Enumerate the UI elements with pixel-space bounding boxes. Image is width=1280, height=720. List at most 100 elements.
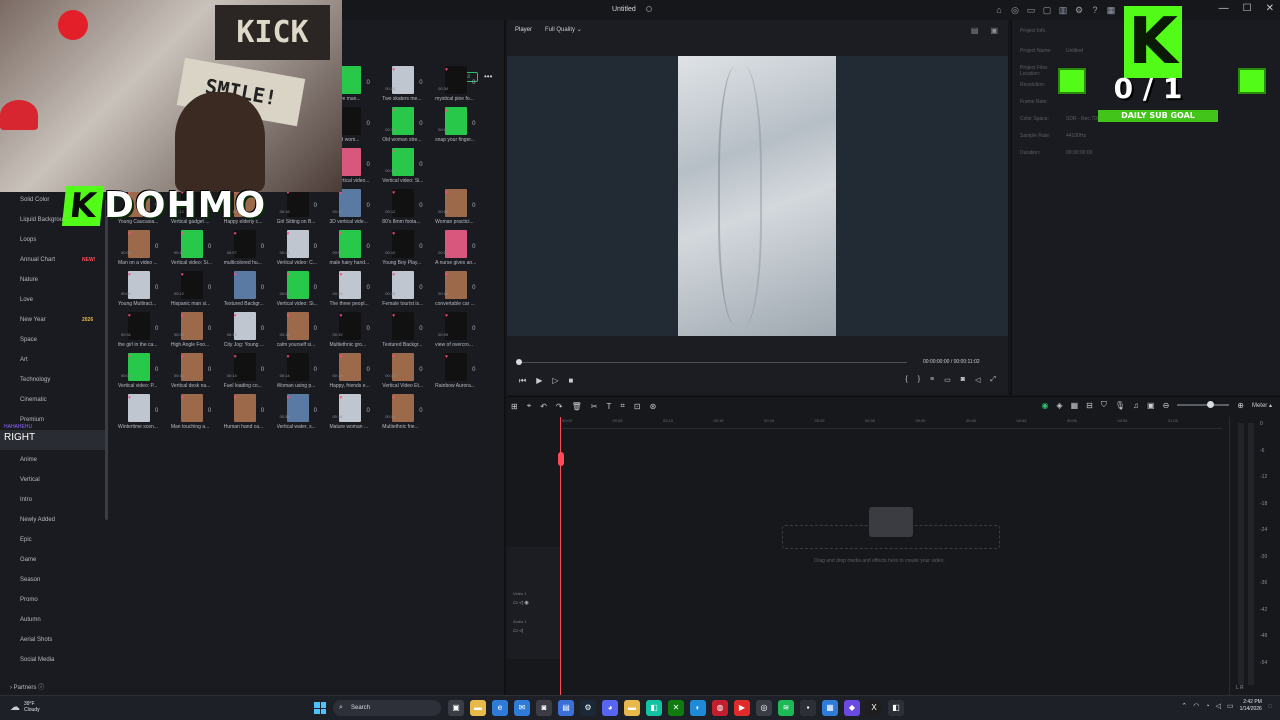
volume-icon[interactable]: ◁ bbox=[1216, 702, 1221, 710]
category-item[interactable]: Loops bbox=[0, 230, 108, 250]
media-tile[interactable]: ♥ 00:14 0 Fuel loading co... bbox=[222, 351, 275, 392]
download-icon[interactable]: 0 bbox=[419, 80, 422, 86]
download-icon[interactable]: 0 bbox=[472, 285, 475, 291]
lock-icon[interactable]: ⊡ bbox=[634, 402, 641, 411]
category-item[interactable]: Love bbox=[0, 290, 108, 310]
download-icon[interactable]: 0 bbox=[366, 80, 369, 86]
mosaic-icon[interactable]: ▦ bbox=[1071, 401, 1079, 410]
task-view-icon[interactable]: ▣ bbox=[448, 700, 464, 716]
volume-icon[interactable]: ◁ bbox=[975, 376, 980, 384]
download-icon[interactable]: 0 bbox=[419, 203, 422, 209]
download-icon[interactable]: 0 bbox=[366, 244, 369, 250]
media-tile[interactable]: ♥ 00:19 0 The three peopl... bbox=[327, 269, 380, 310]
media-tile[interactable]: ♥ 00:13 0 Vertical video: Si... bbox=[380, 146, 433, 187]
favorite-icon[interactable]: ♥ bbox=[392, 313, 395, 319]
drop-zone[interactable] bbox=[782, 525, 1000, 549]
favorite-icon[interactable]: ♥ bbox=[392, 149, 395, 155]
media-tile[interactable]: ♥ 0 Textured Backgr... bbox=[380, 310, 433, 351]
favorite-icon[interactable]: ♥ bbox=[445, 313, 448, 319]
folder-icon[interactable]: ▬ bbox=[624, 700, 640, 716]
media-tile[interactable]: ♥ 0 Man touching a... bbox=[169, 392, 222, 433]
favorite-icon[interactable]: ♥ bbox=[128, 272, 131, 278]
media-tile[interactable]: ♥ 0 Wintertime scen... bbox=[116, 392, 169, 433]
media-tile[interactable]: ♥ 00:30 0 mystical pine fo... bbox=[433, 64, 486, 105]
youtube-icon[interactable]: ▶ bbox=[734, 700, 750, 716]
media-tile[interactable]: ♥ 00:10 0 Young Boy Play... bbox=[380, 228, 433, 269]
media-tile[interactable]: ♥ 00:07 0 snap your finger... bbox=[433, 105, 486, 146]
media-tile[interactable]: ♥ 00:12 0 Multiethnic frie... bbox=[380, 392, 433, 433]
mark-in-icon[interactable]: { bbox=[905, 376, 907, 384]
download-icon[interactable]: 0 bbox=[208, 326, 211, 332]
category-item[interactable]: Season bbox=[0, 570, 108, 590]
battery-icon[interactable]: ▭ bbox=[1227, 702, 1234, 710]
download-icon[interactable]: 0 bbox=[208, 285, 211, 291]
media-tile[interactable]: ♥ 00:11 0 Vertical video: Si... bbox=[169, 228, 222, 269]
media-tile[interactable]: ♥ 00:12 0 Vertical desk na... bbox=[169, 351, 222, 392]
app-blue-icon[interactable]: ▦ bbox=[822, 700, 838, 716]
x-app-icon[interactable]: X bbox=[866, 700, 882, 716]
download-icon[interactable]: 0 bbox=[261, 326, 264, 332]
mail-icon[interactable]: ✉ bbox=[514, 700, 530, 716]
edge-alt-icon[interactable]: ◐ bbox=[690, 700, 706, 716]
weather-widget[interactable]: ☁ 39°F Cloudy bbox=[10, 701, 40, 713]
mic-icon[interactable]: 🎙 bbox=[1115, 401, 1125, 410]
download-icon[interactable]: 0 bbox=[419, 367, 422, 373]
download-icon[interactable]: 0 bbox=[366, 121, 369, 127]
discord-icon[interactable]: ◕ bbox=[602, 700, 618, 716]
favorite-icon[interactable]: ♥ bbox=[445, 190, 448, 196]
category-item[interactable]: Cinematic bbox=[0, 390, 108, 410]
mark-out-icon[interactable]: } bbox=[918, 376, 920, 384]
app-dark-icon[interactable]: ▪ bbox=[800, 700, 816, 716]
download-icon[interactable]: 0 bbox=[314, 367, 317, 373]
favorite-icon[interactable]: ♥ bbox=[339, 313, 342, 319]
grid-view-icon[interactable]: ▤ bbox=[971, 26, 979, 35]
zoom-slider[interactable] bbox=[1177, 401, 1230, 408]
previous-frame-icon[interactable]: ⏮ bbox=[519, 376, 526, 386]
download-icon[interactable]: 0 bbox=[261, 244, 264, 250]
favorite-icon[interactable]: ♥ bbox=[128, 231, 131, 237]
snapshot-icon[interactable]: ▣ bbox=[990, 26, 998, 35]
download-icon[interactable]: 0 bbox=[472, 326, 475, 332]
media-tile[interactable]: ♥ 00:15 0 Female tourist is... bbox=[380, 269, 433, 310]
download-icon[interactable]: 0 bbox=[314, 408, 317, 414]
spotify-icon[interactable]: ≋ bbox=[778, 700, 794, 716]
favorite-icon[interactable]: ♥ bbox=[181, 395, 184, 401]
download-icon[interactable]: 0 bbox=[419, 162, 422, 168]
media-tile[interactable]: ♥ 00:31 0 the girl in the ca... bbox=[116, 310, 169, 351]
favorite-icon[interactable]: ♥ bbox=[392, 231, 395, 237]
download-icon[interactable]: 0 bbox=[419, 244, 422, 250]
download-icon[interactable]: 0 bbox=[155, 285, 158, 291]
favorite-icon[interactable]: ♥ bbox=[128, 313, 131, 319]
media-tile[interactable]: ♥ 00:12 0 80's 8mm foota... bbox=[380, 187, 433, 228]
download-icon[interactable]: 0 bbox=[314, 285, 317, 291]
snapshot-icon[interactable]: ▣ bbox=[1147, 401, 1155, 410]
favorite-icon[interactable]: ♥ bbox=[392, 395, 395, 401]
undo-icon[interactable]: ↶ bbox=[540, 402, 547, 411]
media-tile[interactable]: ♥ 0 Textured Backgr... bbox=[222, 269, 275, 310]
steam-icon[interactable]: ⚙ bbox=[580, 700, 596, 716]
download-icon[interactable]: 0 bbox=[366, 367, 369, 373]
favorite-icon[interactable]: ♥ bbox=[392, 272, 395, 278]
download-icon[interactable]: 0 bbox=[208, 367, 211, 373]
favorite-icon[interactable]: ♥ bbox=[445, 354, 448, 360]
layout-grid-icon[interactable]: ⊞ bbox=[511, 402, 518, 411]
favorite-icon[interactable]: ♥ bbox=[392, 108, 395, 114]
redo-icon[interactable]: ↷ bbox=[556, 402, 563, 411]
delete-icon[interactable]: 🗑 bbox=[572, 402, 582, 411]
preview-canvas[interactable] bbox=[507, 56, 1008, 336]
download-icon[interactable]: 0 bbox=[261, 367, 264, 373]
play-icon[interactable]: ▷ bbox=[552, 376, 558, 386]
download-icon[interactable]: 0 bbox=[472, 244, 475, 250]
audio-icon[interactable]: ♫ bbox=[1133, 401, 1139, 410]
media-tile[interactable]: ♥ 00:15 0 calm yourself si... bbox=[275, 310, 328, 351]
zoom-in-icon[interactable]: ⊕ bbox=[1237, 401, 1244, 410]
media-tile[interactable]: ♥ 00:08 0 Vertical video: Si... bbox=[275, 269, 328, 310]
category-item[interactable]: Social Media bbox=[0, 650, 108, 670]
category-item[interactable]: Vertical bbox=[0, 470, 108, 490]
category-item[interactable]: Annual Chart NEW! bbox=[0, 250, 108, 270]
video-track-controls[interactable]: ▭ ◁ ◉ bbox=[513, 600, 529, 606]
media-tile[interactable]: ♥ 00:20 0 Two skaters me... bbox=[380, 64, 433, 105]
playhead-handle[interactable] bbox=[558, 452, 564, 466]
media-tile[interactable]: ♥ 00:14 0 Woman using p... bbox=[275, 351, 328, 392]
category-item[interactable]: Intro bbox=[0, 490, 108, 510]
